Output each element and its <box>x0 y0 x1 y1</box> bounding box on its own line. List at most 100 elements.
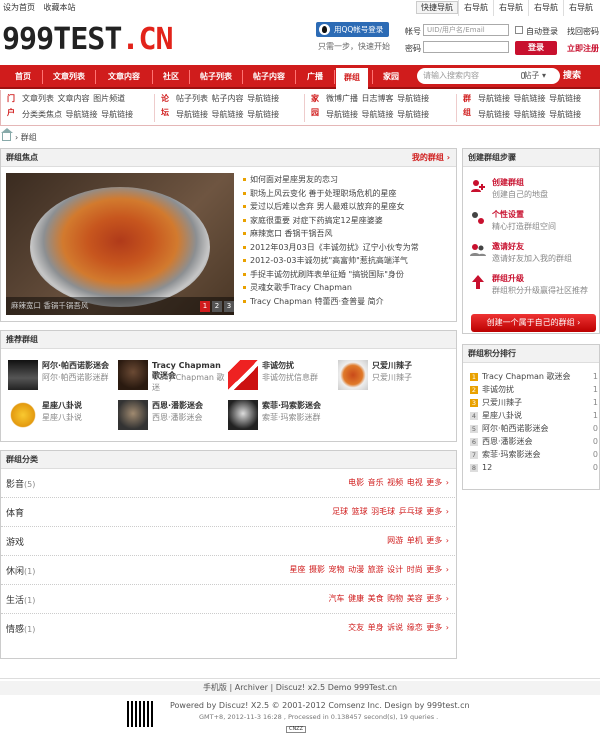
step-title[interactable]: 个性设置 <box>492 209 524 220</box>
subnav-links[interactable]: 分类类焦点 导航链接 导航链接 <box>22 109 133 120</box>
recommended-group[interactable]: 索菲·玛索影迷会 索菲·玛索影迷群 <box>228 399 340 431</box>
forgot-password-link[interactable]: 找回密码 <box>567 26 599 37</box>
top-nav-link[interactable]: 右导航 <box>493 0 528 16</box>
group-avatar[interactable] <box>118 400 148 430</box>
group-name[interactable]: 只爱川辣子 <box>372 361 450 371</box>
group-name[interactable]: 索菲·玛索影迷会 <box>262 401 340 411</box>
search-button[interactable]: 搜索 <box>563 68 593 84</box>
category-tags[interactable]: 足球 篮球 羽毛球 乒乓球 更多 › <box>332 506 449 517</box>
group-name[interactable]: 非诚勿扰 <box>262 361 340 371</box>
cnzz-badge[interactable]: CNZZ <box>286 726 306 733</box>
group-avatar[interactable] <box>228 400 258 430</box>
nav-item-thread-content[interactable]: 帖子内容 <box>246 65 292 89</box>
focus-list-item[interactable]: 2012-03-03丰诚勿扰"高富帅"惹抗高端洋气 <box>241 254 455 268</box>
rank-group-name[interactable]: Tracy Chapman 歌迷会 <box>482 371 571 383</box>
site-logo[interactable]: 999TEST.CN <box>2 24 174 56</box>
rank-group-name[interactable]: 阿尔·帕西诺影迷会 <box>482 423 549 435</box>
category-tags[interactable]: 星座 摄影 宠物 动漫 旅游 设计 时尚 更多 › <box>289 564 449 575</box>
ranking-row[interactable]: 2 非诚勿扰 1 <box>470 384 598 396</box>
subnav-links[interactable]: 导航链接 导航链接 导航链接 <box>478 109 581 120</box>
rank-group-name[interactable]: 索菲·玛索影迷会 <box>482 449 541 461</box>
home-icon[interactable] <box>1 128 13 141</box>
ranking-row[interactable]: 1 Tracy Chapman 歌迷会 1 <box>470 371 598 383</box>
subnav-links[interactable]: 导航链接 导航链接 导航链接 <box>478 93 581 104</box>
focus-list-item[interactable]: 手捉丰诚勿扰刷阵表单征婚 "搞锐国际"身份 <box>241 268 455 282</box>
step-title[interactable]: 创建群组 <box>492 177 524 188</box>
nav-item-broadcast[interactable]: 广播 <box>299 65 331 89</box>
subnav-links[interactable]: 文章列表 文章内容 图片频道 <box>22 93 125 104</box>
qq-login-button[interactable]: 用QQ帐号登录 <box>316 22 389 37</box>
group-avatar[interactable] <box>8 400 38 430</box>
step-title[interactable]: 邀请好友 <box>492 241 524 252</box>
step-title[interactable]: 群组升级 <box>492 273 524 284</box>
category-tags[interactable]: 交友 单身 诉说 缘恋 更多 › <box>348 622 449 633</box>
register-link[interactable]: 立即注册 <box>567 43 599 54</box>
group-name[interactable]: 阿尔·帕西诺影迷会 <box>42 361 120 371</box>
focus-slideshow[interactable]: 麻辣宽口 香锅千锅吾风 1 2 3 <box>6 173 234 315</box>
category-name[interactable]: 影音(5) <box>6 477 35 490</box>
subnav-links[interactable]: 微博广播 日志博客 导航链接 <box>326 93 429 104</box>
subnav-links[interactable]: 导航链接 导航链接 导航链接 <box>326 109 429 120</box>
ranking-row[interactable]: 7 索菲·玛索影迷会 0 <box>470 449 598 461</box>
nav-item-article-content[interactable]: 文章内容 <box>99 65 149 89</box>
focus-list-item[interactable]: Tracy Chapman 特蕾西·查普曼 简介 <box>241 295 455 309</box>
category-tags[interactable]: 网游 单机 更多 › <box>387 535 449 546</box>
bookmark-link[interactable]: 收藏本站 <box>44 3 76 12</box>
account-input[interactable]: UID/用户名/Email <box>423 24 509 36</box>
group-avatar[interactable] <box>8 360 38 390</box>
nav-item-community[interactable]: 社区 <box>156 65 186 89</box>
password-input[interactable] <box>423 41 509 53</box>
rank-group-name[interactable]: 西恩·潘影迷会 <box>482 436 533 448</box>
focus-list-item[interactable]: 2012年03月03日《丰诚勿扰》辽宁小伙专为常 <box>241 241 455 255</box>
create-group-button[interactable]: 创建一个属于自己的群组 › <box>471 314 596 332</box>
subnav-links[interactable]: 导航链接 导航链接 导航链接 <box>176 109 279 120</box>
slide-page-button[interactable]: 1 <box>200 301 210 312</box>
group-name[interactable]: 西恩·潘影迷会 <box>152 401 230 411</box>
ranking-row[interactable]: 5 阿尔·帕西诺影迷会 0 <box>470 423 598 435</box>
focus-list-item[interactable]: 如何面对星座男友的恋习 <box>241 173 455 187</box>
nav-item-groups[interactable]: 群组 <box>336 68 368 89</box>
recommended-group[interactable]: Tracy Chapman 歌迷会 Tracy Chapman 歌迷 <box>118 359 230 392</box>
category-name[interactable]: 休闲(1) <box>6 564 35 577</box>
search-type-select[interactable]: 帖子 ▾ <box>523 68 546 84</box>
rank-group-name[interactable]: 12 <box>482 462 492 474</box>
group-avatar[interactable] <box>338 360 368 390</box>
category-tags[interactable]: 电影 音乐 视频 电视 更多 › <box>348 477 449 488</box>
ranking-row[interactable]: 8 12 0 <box>470 462 598 474</box>
login-button[interactable]: 登录 <box>515 41 557 55</box>
set-homepage-link[interactable]: 设为首页 <box>3 3 35 12</box>
ranking-row[interactable]: 3 只爱川辣子 1 <box>470 397 598 409</box>
rank-group-name[interactable]: 只爱川辣子 <box>482 397 522 409</box>
top-nav-link[interactable]: 右导航 <box>458 0 493 16</box>
ranking-row[interactable]: 4 星座八卦说 1 <box>470 410 598 422</box>
nav-item-thread-list[interactable]: 帖子列表 <box>193 65 239 89</box>
rank-group-name[interactable]: 非诚勿扰 <box>482 384 514 396</box>
ranking-row[interactable]: 6 西恩·潘影迷会 0 <box>470 436 598 448</box>
recommended-group[interactable]: 阿尔·帕西诺影迷会 阿尔·帕西诺影迷群 <box>8 359 120 391</box>
search-input[interactable]: 请输入搜索内容 帖子 ▾ <box>417 68 560 84</box>
nav-item-home[interactable]: 首页 <box>6 65 40 89</box>
top-nav-link[interactable]: 右导航 <box>563 0 598 16</box>
slide-page-button[interactable]: 3 <box>224 301 234 312</box>
rank-group-name[interactable]: 星座八卦说 <box>482 410 522 422</box>
recommended-group[interactable]: 西恩·潘影迷会 西恩·潘影迷会 <box>118 399 230 431</box>
focus-list-item[interactable]: 爱过以后难以舍弃 男人最难以放弃的星座女 <box>241 200 455 214</box>
auto-login-checkbox[interactable] <box>515 26 523 34</box>
group-avatar[interactable] <box>228 360 258 390</box>
group-avatar[interactable] <box>118 360 148 390</box>
group-name[interactable]: 星座八卦说 <box>42 401 120 411</box>
quick-nav-button[interactable]: 快捷导航 <box>416 1 458 14</box>
nav-item-home-space[interactable]: 家园 <box>376 65 406 89</box>
recommended-group[interactable]: 只爱川辣子 只爱川辣子 <box>338 359 450 391</box>
subnav-links[interactable]: 帖子列表 帖子内容 导航链接 <box>176 93 279 104</box>
focus-list-item[interactable]: 职场上风云变化 善于处理职场危机的星座 <box>241 187 455 201</box>
footer-links[interactable]: 手机版 | Archiver | Discuz! x2.5 Demo 999Te… <box>0 681 600 695</box>
category-name[interactable]: 生活(1) <box>6 593 35 606</box>
category-name[interactable]: 情感(1) <box>6 622 35 635</box>
category-name[interactable]: 游戏 <box>6 535 24 548</box>
top-nav-link[interactable]: 右导航 <box>528 0 563 16</box>
nav-item-article-list[interactable]: 文章列表 <box>46 65 92 89</box>
slide-page-button[interactable]: 2 <box>212 301 222 312</box>
my-groups-link[interactable]: 我的群组 › <box>412 149 450 167</box>
focus-list-item[interactable]: 灵魂女歌手Tracy Chapman <box>241 281 455 295</box>
